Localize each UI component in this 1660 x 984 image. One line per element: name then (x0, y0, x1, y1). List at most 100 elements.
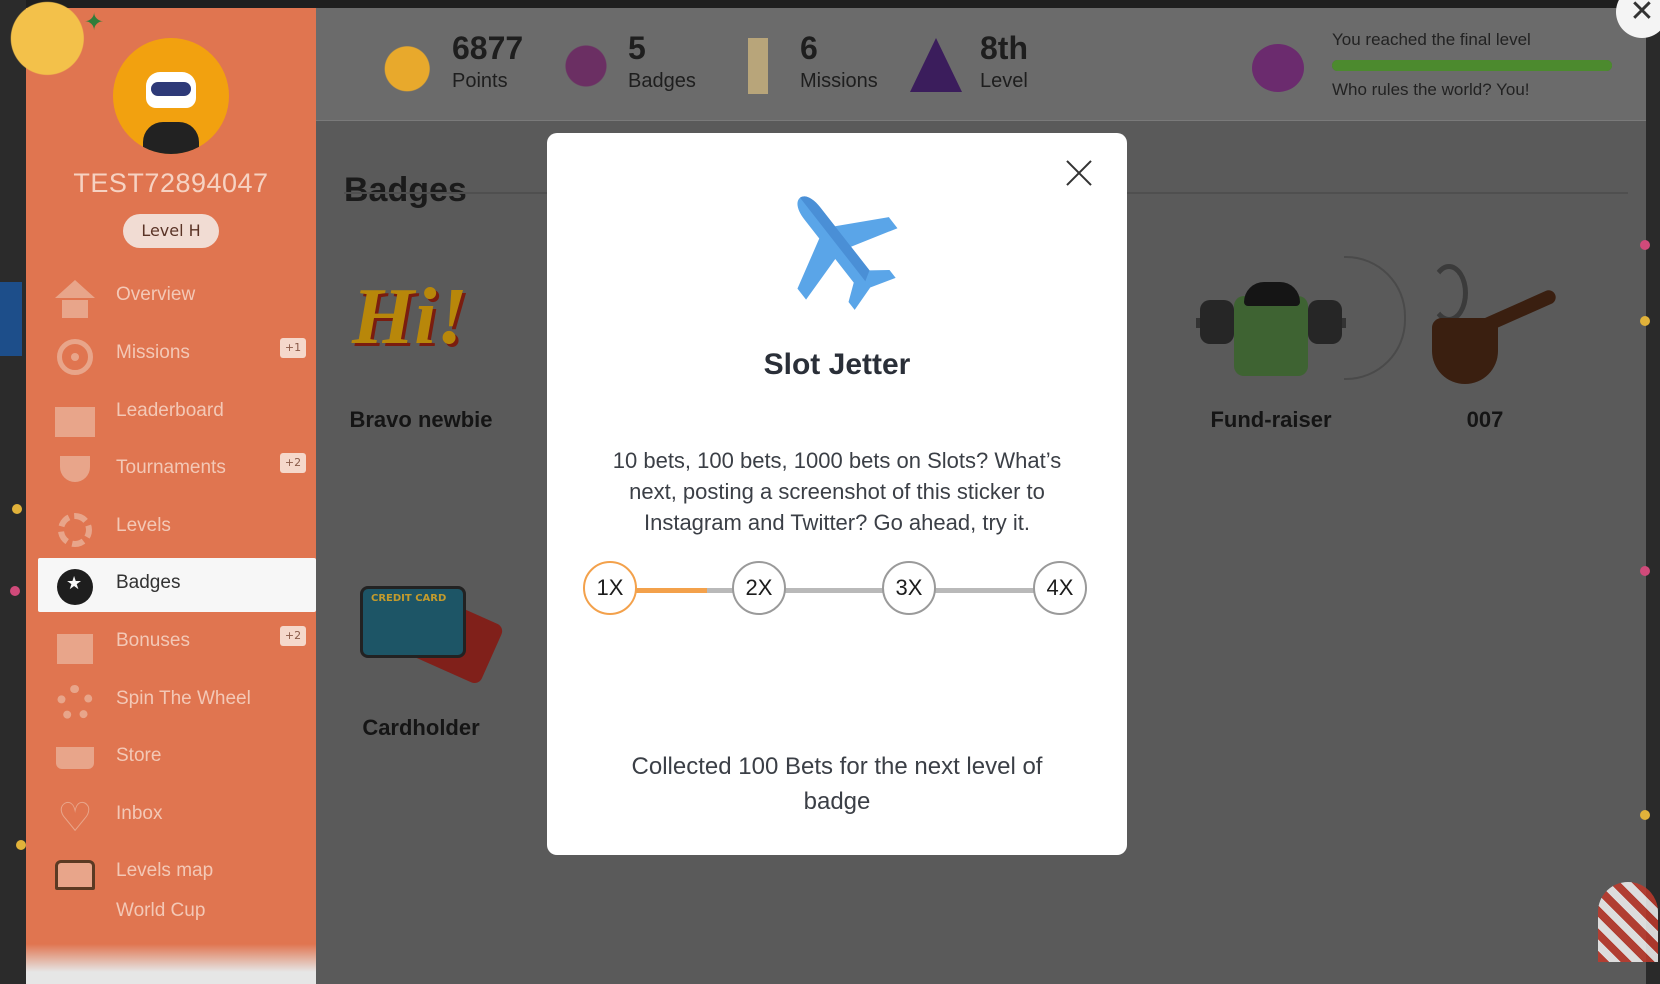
stat-label: Missions (800, 70, 878, 92)
progress-message: You reached the final level (1332, 30, 1531, 49)
light-decoration (1640, 566, 1650, 576)
modal-footer-text: Collected 100 Bets for the next level of… (631, 753, 1043, 815)
sidebar-item-label: Levels map (116, 860, 214, 881)
sidebar-item-label: Inbox (116, 803, 163, 824)
edge-blue-block (0, 282, 22, 356)
credit-card-icon: CREDIT CARD (346, 574, 505, 694)
level-pill[interactable]: Level H (123, 214, 219, 248)
robot-body-icon (143, 122, 199, 154)
sidebar-item-spin-the-wheel[interactable]: Spin The Wheel (38, 674, 316, 728)
sidebar-item-inbox[interactable]: ♡ Inbox (38, 789, 316, 843)
wizard-hat-icon (910, 38, 966, 94)
airplane-svg (792, 191, 903, 315)
badge-name: Fund-raiser (1210, 407, 1332, 432)
progress-bar (1332, 60, 1612, 71)
candy-cane-decoration (1598, 882, 1658, 962)
modal-title: Slot Jetter (763, 347, 911, 381)
sidebar-item-store[interactable]: Store (38, 731, 316, 785)
sidebar-item-label: Tournaments (116, 457, 226, 478)
stepper-track (610, 588, 1064, 593)
username: TEST72894047 (73, 168, 269, 198)
progress-subtext: Who rules the world? You! (1332, 80, 1530, 99)
badge-card-bravo-newbie[interactable]: Hi! Bravo newbie (326, 266, 516, 435)
count-badge: +2 (280, 626, 306, 646)
potion-orb-icon (1252, 44, 1304, 92)
step-4x: 4X (1033, 561, 1087, 615)
sidebar-item-bonuses[interactable]: Bonuses +2 (38, 616, 316, 670)
coins-icon (382, 38, 438, 94)
heartbeat-icon: ♡ (57, 795, 93, 841)
sidebar-item-tournaments[interactable]: Tournaments +2 (38, 443, 316, 497)
target-icon (52, 334, 98, 380)
light-decoration (10, 586, 20, 596)
flag-icon (52, 892, 98, 938)
modal-description: 10 bets, 100 bets, 1000 bets on Slots? W… (612, 448, 1062, 535)
light-decoration (1640, 240, 1650, 250)
stat-label: Level (980, 70, 1028, 92)
stats-bar: 6877 Points 5 Badges 6 Missions 8th Leve… (316, 8, 1646, 121)
badge-name: Cardholder (362, 715, 480, 740)
sidebar-item-levels[interactable]: Levels (38, 501, 316, 555)
sidebar-item-leaderboard[interactable]: Leaderboard (38, 386, 316, 440)
gift-icon (52, 622, 98, 668)
scroll-icon (730, 38, 786, 94)
count-badge: +2 (280, 453, 306, 473)
modal-close-button[interactable] (1061, 155, 1097, 191)
sidebar-item-label: Bonuses (116, 630, 190, 651)
holly-icon: ✦ (84, 8, 105, 36)
airplane-icon (769, 177, 905, 315)
light-decoration (1640, 810, 1650, 820)
robot-visor-icon (151, 82, 191, 96)
stat-value: 6 (800, 30, 818, 66)
snow-fade-decoration (26, 944, 316, 984)
sidebar-item-label: World Cup (116, 900, 206, 921)
bell-decoration-icon (0, 0, 86, 96)
app-root: ✦ TEST72894047 Level H Overview Missions… (0, 0, 1660, 984)
left-edge-strip (0, 0, 26, 984)
stat-value: 6877 (452, 30, 524, 66)
sidebar-item-label: Levels (116, 515, 171, 536)
badge-name: Bravo newbie (349, 407, 493, 432)
right-edge-strip (1646, 0, 1660, 984)
badge-card-cardholder[interactable]: CREDIT CARD Cardholder (326, 574, 516, 743)
sidebar-item-badges[interactable]: Badges (38, 558, 316, 612)
sidebar-item-label: Spin The Wheel (116, 688, 251, 709)
light-decoration (12, 504, 22, 514)
podium-icon (52, 392, 98, 438)
money-weightlifter-icon (1196, 266, 1346, 386)
count-badge: +1 (280, 338, 306, 358)
stat-label: Badges (628, 70, 696, 92)
gem-icon (558, 38, 614, 94)
level-progress: You reached the final level Who rules th… (1250, 8, 1630, 120)
stat-label: Points (452, 70, 508, 92)
light-decoration (1640, 316, 1650, 326)
wheel-icon (52, 680, 98, 726)
avatar[interactable] (113, 38, 229, 154)
card-logo-text: CREDIT CARD (371, 593, 447, 604)
pipe-icon (1410, 264, 1560, 386)
step-2x: 2X (732, 561, 786, 615)
stat-value: 8th (980, 30, 1028, 66)
medal-icon (52, 564, 98, 610)
home-icon (52, 276, 98, 322)
light-decoration (16, 840, 26, 850)
badge-card-fund-raiser[interactable]: Fund-raiser (1176, 266, 1366, 435)
star-gear-icon (52, 507, 98, 553)
badge-modal: Slot Jetter 10 bets, 100 bets, 1000 bets… (547, 133, 1127, 855)
badge-level-stepper: 1X 2X 3X 4X (583, 561, 1091, 619)
sidebar-item-label: Overview (116, 284, 196, 305)
step-1x: 1X (583, 561, 637, 615)
sidebar-item-missions[interactable]: Missions +1 (38, 328, 316, 382)
sidebar: ✦ TEST72894047 Level H Overview Missions… (0, 0, 316, 984)
sidebar-item-label: Store (116, 745, 162, 766)
sidebar-item-overview[interactable]: Overview (38, 270, 316, 324)
sidebar-item-label: Leaderboard (116, 400, 224, 421)
sidebar-item-world-cup[interactable]: World Cup (38, 886, 316, 940)
badge-card-007[interactable]: 007 (1390, 264, 1580, 435)
step-3x: 3X (882, 561, 936, 615)
stat-value: 5 (628, 30, 646, 66)
sidebar-item-label: Badges (116, 572, 181, 593)
cart-icon (52, 737, 98, 783)
sidebar-item-label: Missions (116, 342, 190, 363)
badge-name: 007 (1466, 407, 1504, 432)
